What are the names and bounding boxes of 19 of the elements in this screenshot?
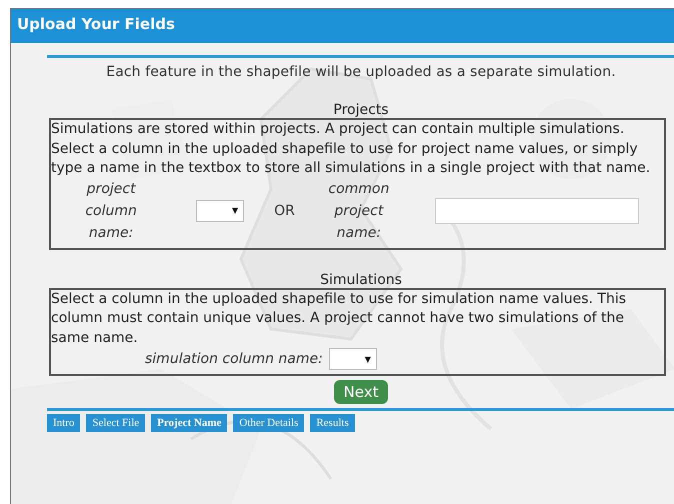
step-tab[interactable]: Results xyxy=(310,414,355,432)
next-button[interactable]: Next xyxy=(334,380,388,404)
field-label: project column name: xyxy=(84,180,138,242)
step-tab[interactable]: Other Details xyxy=(233,414,304,432)
or-label: OR xyxy=(274,202,295,220)
section-heading: Simulations xyxy=(319,272,403,288)
step-tab[interactable]: Project Name xyxy=(151,414,228,432)
field-label: simulation column name: xyxy=(145,350,323,369)
simulation-column-dropdown[interactable]: ▼ xyxy=(328,348,377,370)
window-title: Upload Your Fields xyxy=(11,9,674,43)
description-text: Select a column in the uploaded shapefile to use for simulation name values. This column must contain unique values. A project cannot have two simulations of the same name. xyxy=(51,290,628,348)
step-tab[interactable]: Select File xyxy=(86,414,146,432)
step-tab[interactable]: Intro xyxy=(47,414,80,432)
field-label: common project name: xyxy=(327,180,390,242)
project-column-dropdown[interactable]: ▼ xyxy=(196,200,244,222)
intro-text: Each feature in the shapefile will be uploaded as a separate simulation. xyxy=(105,64,617,80)
section-heading: Projects xyxy=(332,102,390,118)
project-name-field[interactable] xyxy=(434,198,639,224)
description-text: Simulations are stored within projects. A project can contain multiple simulations. Select a column in the uploaded shapefile to use for project name values, or simply type a name in the textbox to store all simulations in a single project with that name. xyxy=(51,120,652,178)
